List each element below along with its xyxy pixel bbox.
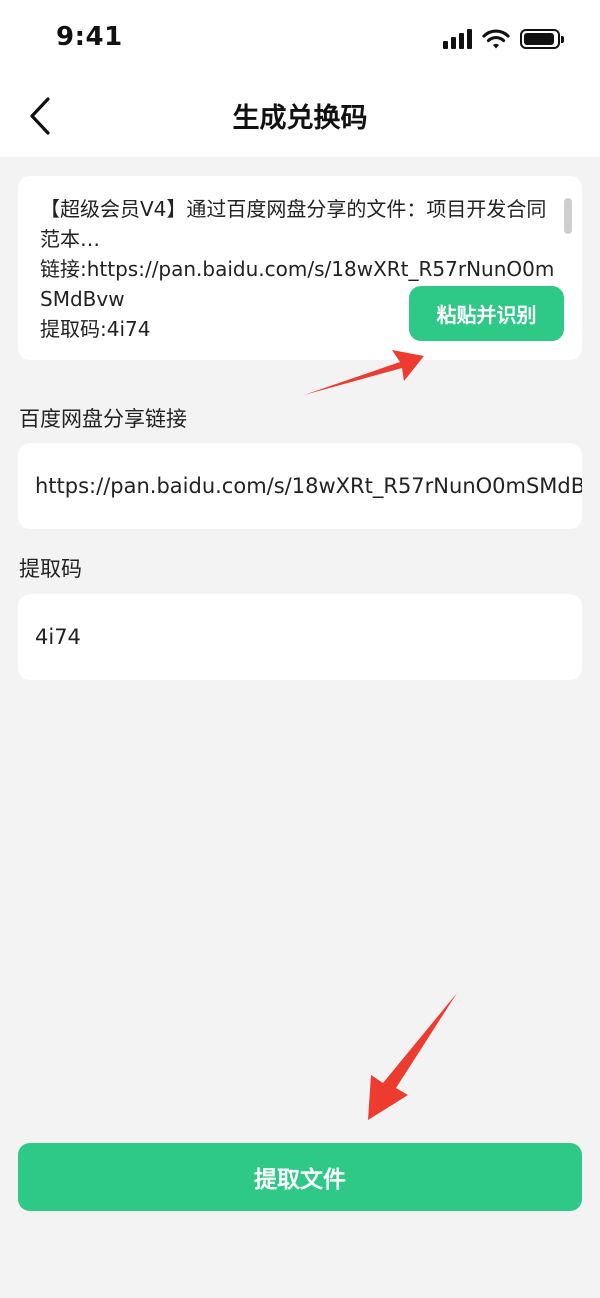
page: 9:41 生成兑换码 【超级会员V4】通过百度网盘分享的文件：项目开发合同范本……: [0, 0, 600, 1298]
annotation-arrow-icon: [304, 350, 457, 1120]
